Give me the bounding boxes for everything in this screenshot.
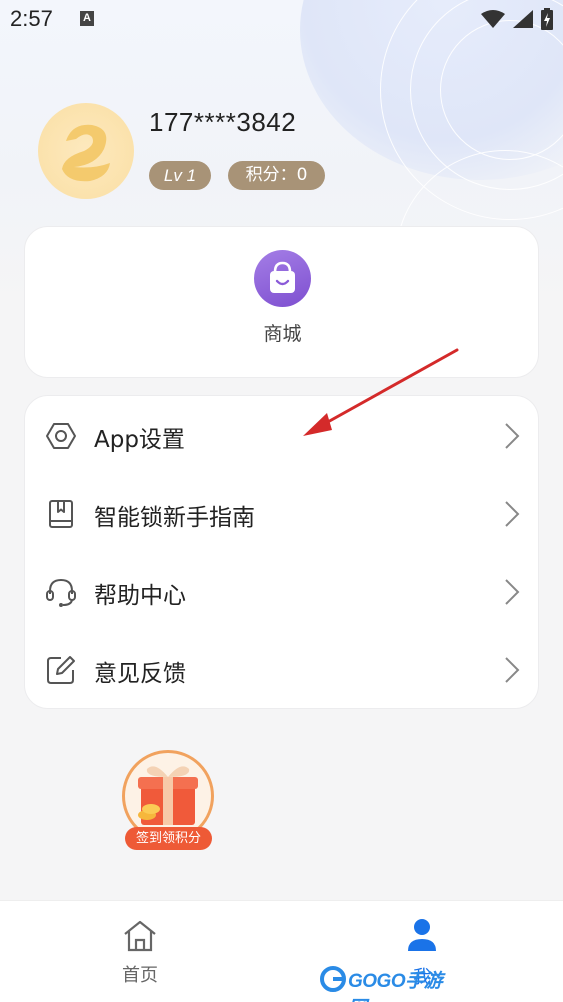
- menu-item-guide[interactable]: 智能锁新手指南: [25, 474, 540, 552]
- home-icon: [124, 920, 156, 952]
- notification-a-icon: A: [80, 11, 94, 26]
- signin-label: 签到领积分: [125, 827, 212, 850]
- avatar[interactable]: [38, 103, 134, 199]
- edit-icon: [47, 656, 75, 684]
- watermark: GOGO手游网: [318, 964, 443, 1002]
- signal-icon: [513, 10, 533, 28]
- shop-label[interactable]: 商城: [25, 319, 540, 346]
- annotation-arrow-icon: [303, 348, 459, 436]
- menu-item-label: App设置: [94, 427, 185, 453]
- status-bar: 2:57 A: [0, 0, 563, 40]
- tab-home-label: 首页: [122, 965, 158, 986]
- menu-item-label: 帮助中心: [94, 583, 186, 609]
- shop-button[interactable]: [254, 250, 311, 307]
- user-icon: [408, 919, 436, 951]
- avatar-logo-icon: [62, 124, 110, 182]
- chevron-right-icon: [505, 501, 520, 527]
- battery-charging-icon: [541, 8, 553, 30]
- hexagon-nut-icon: [46, 423, 76, 449]
- level-badge: Lv 1: [149, 161, 211, 190]
- bottom-navigation: 首页 我: [0, 900, 563, 1002]
- chevron-right-icon: [505, 657, 520, 683]
- menu-item-help[interactable]: 帮助中心: [25, 552, 540, 630]
- points-badge: 积分：0: [228, 161, 325, 190]
- menu-item-label: 智能锁新手指南: [94, 505, 255, 531]
- watermark-logo-icon: [320, 966, 346, 992]
- status-time: 2:57: [10, 6, 53, 31]
- signin-rewards-button[interactable]: 签到领积分: [120, 750, 217, 852]
- menu-item-feedback[interactable]: 意见反馈: [25, 630, 540, 708]
- menu-item-label: 意见反馈: [94, 661, 186, 687]
- wifi-icon: [481, 10, 505, 28]
- tab-home[interactable]: 首页: [100, 919, 180, 989]
- watermark-text: GOGO手游网: [348, 971, 443, 1002]
- user-phone: 177****3842: [149, 107, 297, 137]
- chevron-right-icon: [505, 579, 520, 605]
- book-icon: [49, 500, 73, 528]
- status-icons: [481, 8, 553, 30]
- headset-icon: [46, 578, 76, 607]
- shopping-bag-icon: [270, 261, 295, 293]
- chevron-right-icon: [505, 423, 520, 449]
